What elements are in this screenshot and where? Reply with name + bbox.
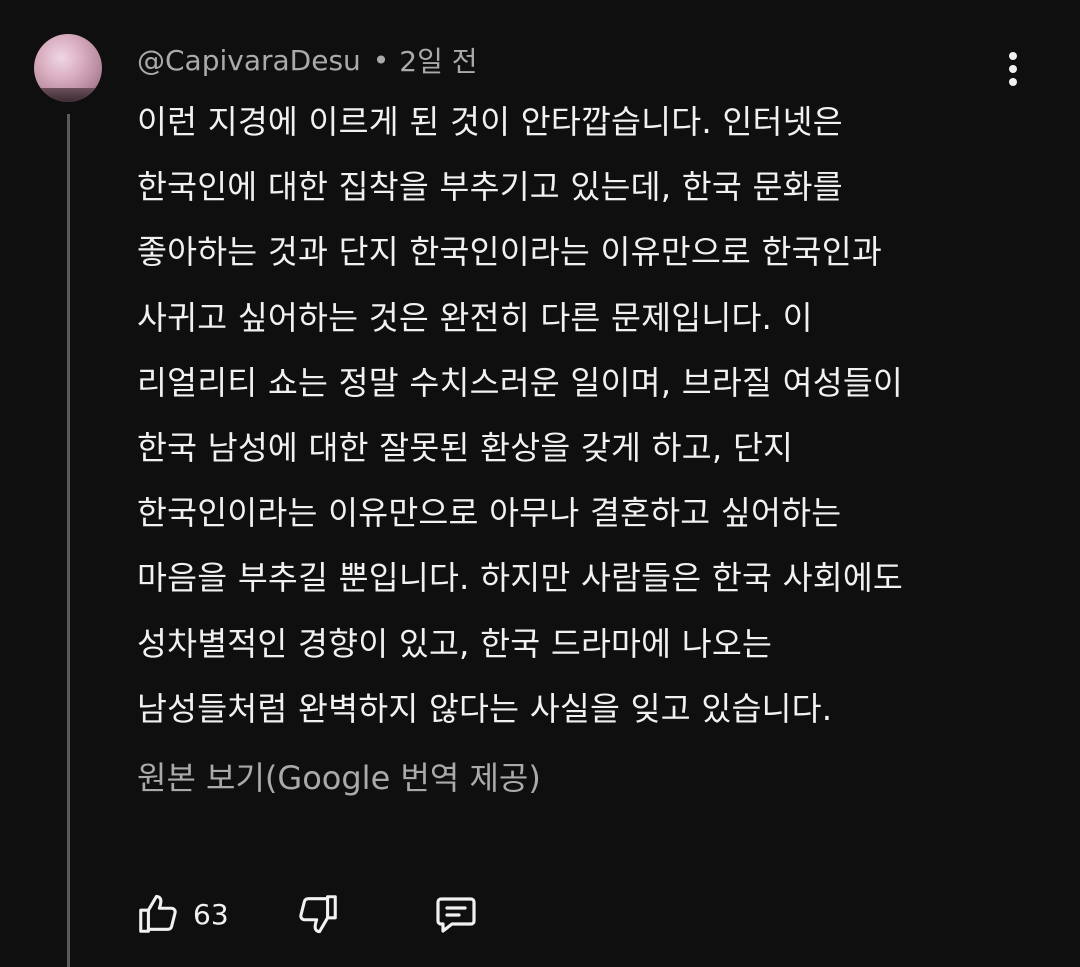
comment-reply-icon: [432, 890, 480, 938]
comment-line: 사귀고 싶어하는 것은 완전히 다른 문제입니다. 이: [137, 298, 813, 337]
thread-line: [67, 114, 70, 967]
menu-dot: [1009, 52, 1017, 60]
dislike-button[interactable]: [295, 888, 341, 940]
comment-line: 한국인이라는 이유만으로 아무나 결혼하고 싶어하는: [137, 494, 842, 533]
more-vert-icon[interactable]: [996, 46, 1030, 92]
comment-line: 좋아하는 것과 단지 한국인이라는 이유만으로 한국인과: [137, 233, 882, 272]
comment-line: 리얼리티 쇼는 정말 수치스러운 일이며, 브라질 여성들이: [137, 363, 904, 402]
comment-line: 이런 지경에 이르게 된 것이 안타깝습니다. 인터넷은: [137, 103, 843, 141]
comment-actions: 63: [135, 888, 635, 940]
like-button[interactable]: 63: [135, 888, 229, 940]
reply-button[interactable]: [432, 888, 480, 940]
comment-line: 마음을 부추길 뿐입니다. 하지만 사람들은 한국 사회에도: [137, 559, 904, 598]
avatar[interactable]: [34, 34, 102, 102]
avatar-horizon: [34, 88, 102, 102]
comment-line: 남성들처럼 완벽하지 않다는 사실을 잊고 있습니다.: [137, 689, 833, 728]
author-name[interactable]: @CapivaraDesu: [137, 44, 361, 77]
comment-thread: @CapivaraDesu • 2일 전 이런 지경에 이르게 된 것이 안타깝…: [0, 0, 1080, 967]
comment-header: @CapivaraDesu • 2일 전: [137, 40, 478, 80]
menu-dot: [1009, 78, 1017, 86]
comment-text: 이런 지경에 이르게 된 것이 안타깝습니다. 인터넷은 한국인에 대한 집착을…: [137, 90, 1017, 742]
header-separator: •: [372, 43, 390, 77]
like-count: 63: [193, 897, 229, 931]
comment-line: 한국인에 대한 집착을 부추기고 있는데, 한국 문화를: [137, 168, 843, 207]
comment-time: 2일 전: [399, 45, 478, 78]
thumb-up-icon: [135, 891, 181, 937]
comment-line: 성차별적인 경향이 있고, 한국 드라마에 나오는: [137, 624, 773, 663]
thumb-down-icon: [295, 891, 341, 937]
see-original-link[interactable]: 원본 보기(Google 번역 제공): [137, 753, 541, 803]
comment-line: 한국 남성에 대한 잘못된 환상을 갖게 하고, 단지: [137, 428, 794, 467]
menu-dot: [1009, 65, 1017, 73]
